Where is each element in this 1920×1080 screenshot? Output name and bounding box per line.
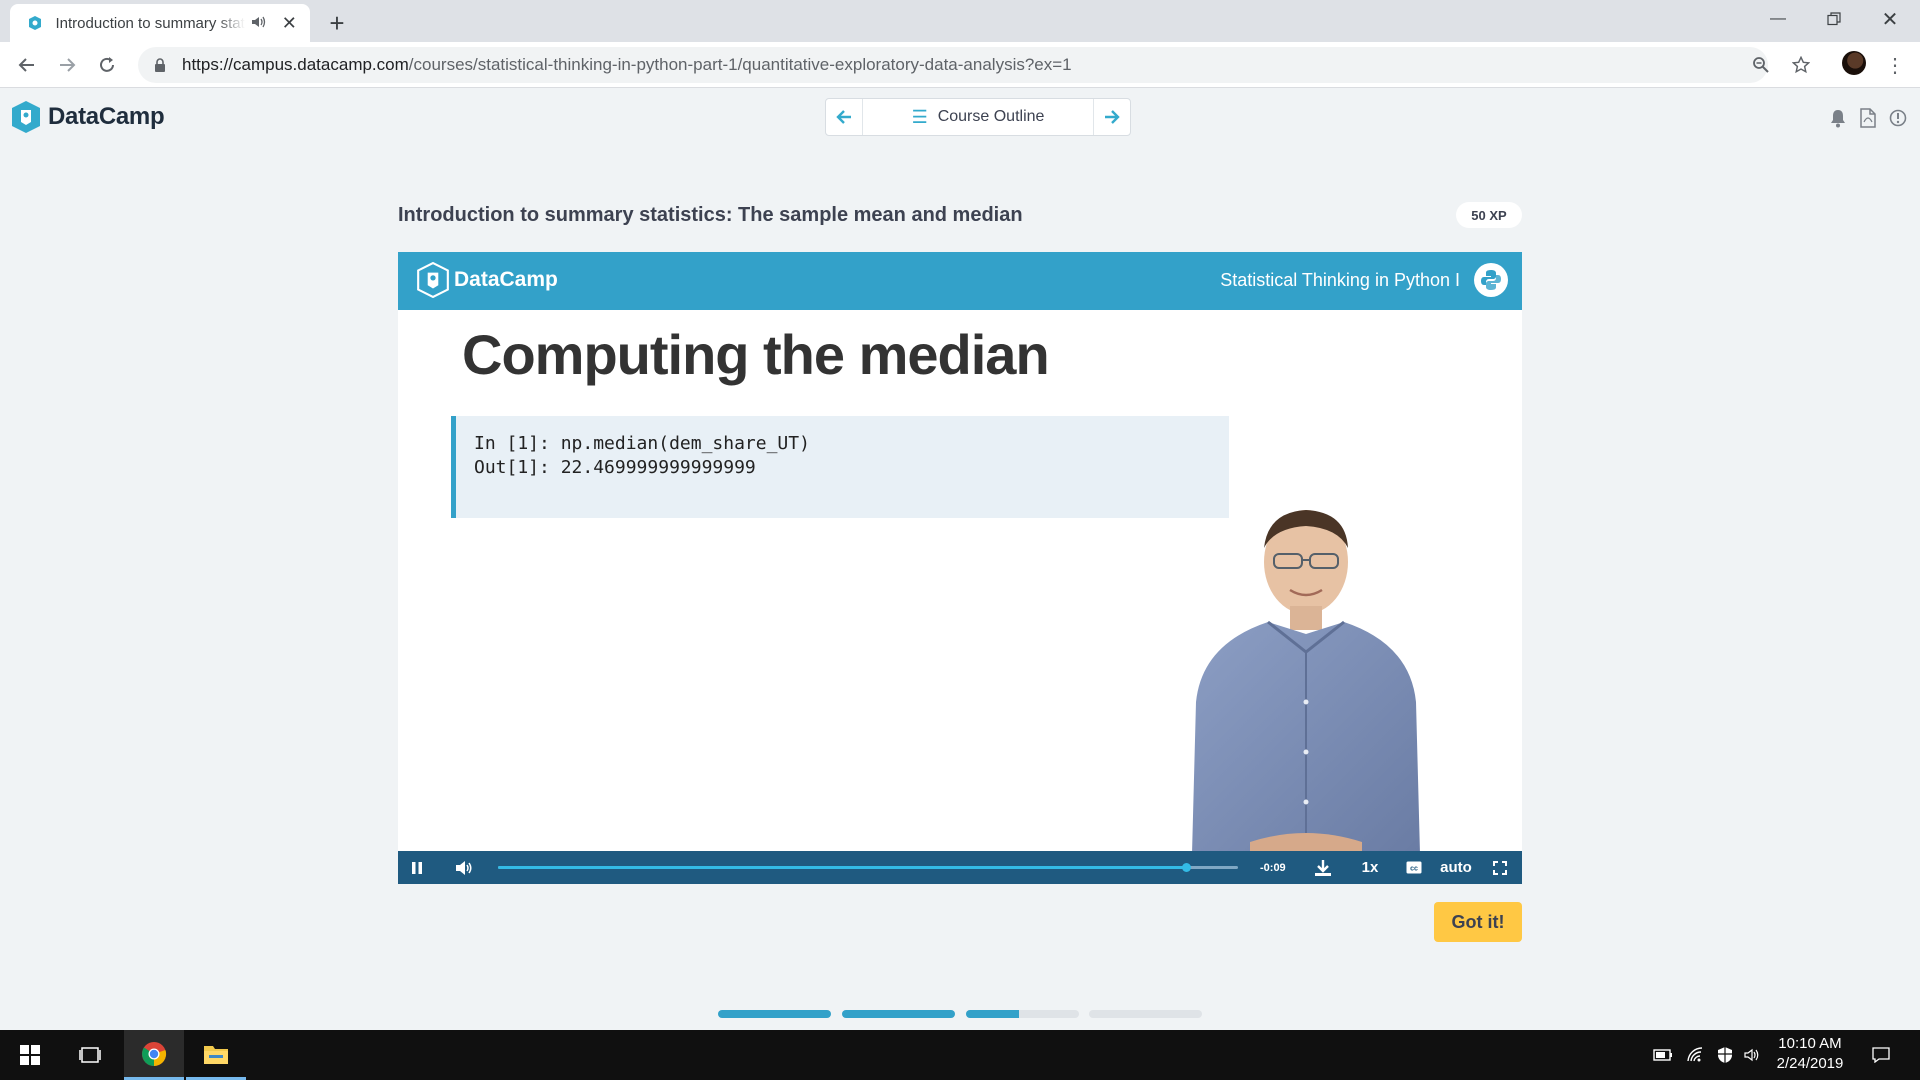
browser-tab[interactable]: Introduction to summary statistics: The …: [10, 4, 310, 42]
task-view-button[interactable]: [60, 1030, 120, 1080]
action-center-icon[interactable]: [1866, 1030, 1896, 1080]
progress-step-fill: [842, 1010, 955, 1018]
video-progress-bar[interactable]: [498, 863, 1238, 872]
player-controls: -0:09 1x cc auto: [398, 851, 1522, 884]
datacamp-favicon-icon: [26, 14, 44, 32]
fullscreen-button[interactable]: [1486, 851, 1514, 884]
video-progress-fill: [498, 866, 1187, 869]
back-icon[interactable]: [12, 50, 42, 80]
captions-button[interactable]: cc: [1400, 851, 1428, 884]
forward-icon[interactable]: [52, 50, 82, 80]
url-path: /courses/statistical-thinking-in-python-…: [408, 55, 1072, 74]
task-view-icon: [79, 1047, 101, 1063]
slides-pdf-icon[interactable]: [1856, 106, 1880, 130]
arrow-left-icon: [836, 110, 851, 124]
python-logo-icon: [1474, 263, 1508, 297]
fullscreen-icon: [1493, 860, 1507, 875]
network-icon[interactable]: [1682, 1030, 1708, 1080]
datacamp-logo-icon: [12, 101, 40, 133]
clock-time: 10:10 AM: [1778, 1035, 1842, 1052]
bookmark-star-icon[interactable]: [1786, 47, 1816, 83]
previous-exercise-button[interactable]: [826, 99, 862, 135]
report-issue-icon[interactable]: [1886, 106, 1910, 130]
arrow-right-icon: [1105, 110, 1120, 124]
browser-toolbar: https://campus.datacamp.com/courses/stat…: [0, 42, 1920, 88]
taskbar-clock[interactable]: 10:10 AM 2/24/2019: [1760, 1034, 1860, 1074]
url-text: https://campus.datacamp.com/courses/stat…: [182, 55, 1072, 75]
progress-step[interactable]: [842, 1010, 955, 1018]
chrome-icon: [142, 1041, 167, 1066]
notification-bell-icon[interactable]: [1826, 106, 1850, 130]
close-window-icon[interactable]: ✕: [1862, 0, 1918, 38]
address-bar[interactable]: https://campus.datacamp.com/courses/stat…: [138, 47, 1769, 83]
slide-header-bar: DataCamp Statistical Thinking in Python …: [398, 252, 1522, 310]
datacamp-header: DataCamp ☰ Course Outline: [0, 88, 1920, 148]
reload-icon[interactable]: [92, 50, 122, 80]
menu-icon: ☰: [911, 106, 928, 127]
close-tab-icon[interactable]: ✕: [279, 12, 300, 34]
zoom-icon[interactable]: [1746, 47, 1776, 83]
windows-start-button[interactable]: [0, 1030, 60, 1080]
slide-datacamp-logo: DataCamp: [416, 262, 558, 298]
pause-button[interactable]: [404, 851, 430, 884]
battery-icon[interactable]: [1650, 1030, 1676, 1080]
download-icon: [1315, 859, 1331, 876]
code-line-output: Out[1]: 22.469999999999999: [474, 457, 756, 478]
brand-name: DataCamp: [48, 103, 165, 130]
volume-icon: [456, 860, 472, 875]
new-tab-button[interactable]: +: [322, 8, 352, 38]
slide-course-name: Statistical Thinking in Python I: [1220, 270, 1460, 290]
progress-step[interactable]: [1089, 1010, 1202, 1018]
svg-text:cc: cc: [1410, 866, 1418, 873]
progress-step[interactable]: [966, 1010, 1079, 1018]
minimize-icon[interactable]: —: [1750, 0, 1806, 38]
lock-icon[interactable]: [152, 57, 168, 73]
code-line-input: In [1]: np.median(dem_share_UT): [474, 433, 810, 454]
course-outline-nav: ☰ Course Outline: [825, 98, 1131, 136]
clock-date: 2/24/2019: [1776, 1055, 1844, 1072]
security-shield-icon[interactable]: [1712, 1030, 1738, 1080]
pause-icon: [412, 861, 422, 874]
progress-step[interactable]: [718, 1010, 831, 1018]
windows-taskbar: 10:10 AM 2/24/2019: [0, 1030, 1920, 1080]
taskbar-file-explorer[interactable]: [186, 1030, 246, 1080]
profile-avatar[interactable]: [1842, 51, 1866, 75]
course-outline-label: Course Outline: [937, 108, 1045, 125]
quality-button[interactable]: auto: [1436, 851, 1476, 884]
browser-tab-strip: Introduction to summary statistics: The …: [0, 0, 1920, 42]
code-block: In [1]: np.median(dem_share_UT) Out[1]: 2…: [451, 416, 1229, 518]
url-host: https://campus.datacamp.com: [182, 55, 409, 74]
tab-audio-icon[interactable]: [251, 15, 270, 32]
slide-brand-name: DataCamp: [454, 268, 558, 291]
taskbar-chrome[interactable]: [124, 1030, 184, 1080]
progress-step-fill: [718, 1010, 831, 1018]
windows-logo-icon: [20, 1045, 40, 1065]
playback-speed-button[interactable]: 1x: [1352, 851, 1388, 884]
browser-menu-icon[interactable]: ⋮: [1880, 50, 1910, 80]
restore-icon[interactable]: [1806, 0, 1862, 38]
captions-icon: cc: [1406, 861, 1422, 874]
xp-badge: 50 XP: [1456, 202, 1522, 228]
presenter-video-image: [1192, 510, 1420, 854]
got-it-button[interactable]: Got it!: [1434, 902, 1522, 942]
folder-icon: [204, 1045, 228, 1064]
course-outline-button[interactable]: ☰ Course Outline: [862, 99, 1094, 135]
tab-title: Introduction to summary statistics: The …: [55, 14, 246, 32]
slide-heading: Computing the median: [462, 323, 1050, 386]
time-remaining: -0:09: [1260, 861, 1286, 874]
video-player[interactable]: DataCamp Statistical Thinking in Python …: [398, 252, 1522, 884]
video-progress-knob[interactable]: [1182, 863, 1192, 872]
next-exercise-button[interactable]: [1094, 99, 1130, 135]
datacamp-logo[interactable]: DataCamp: [10, 100, 165, 134]
exercise-title: Introduction to summary statistics: The …: [398, 204, 1023, 226]
volume-button[interactable]: [450, 851, 478, 884]
download-button[interactable]: [1308, 851, 1338, 884]
progress-step-fill: [966, 1010, 1020, 1018]
datacamp-logo-icon: [417, 262, 449, 298]
